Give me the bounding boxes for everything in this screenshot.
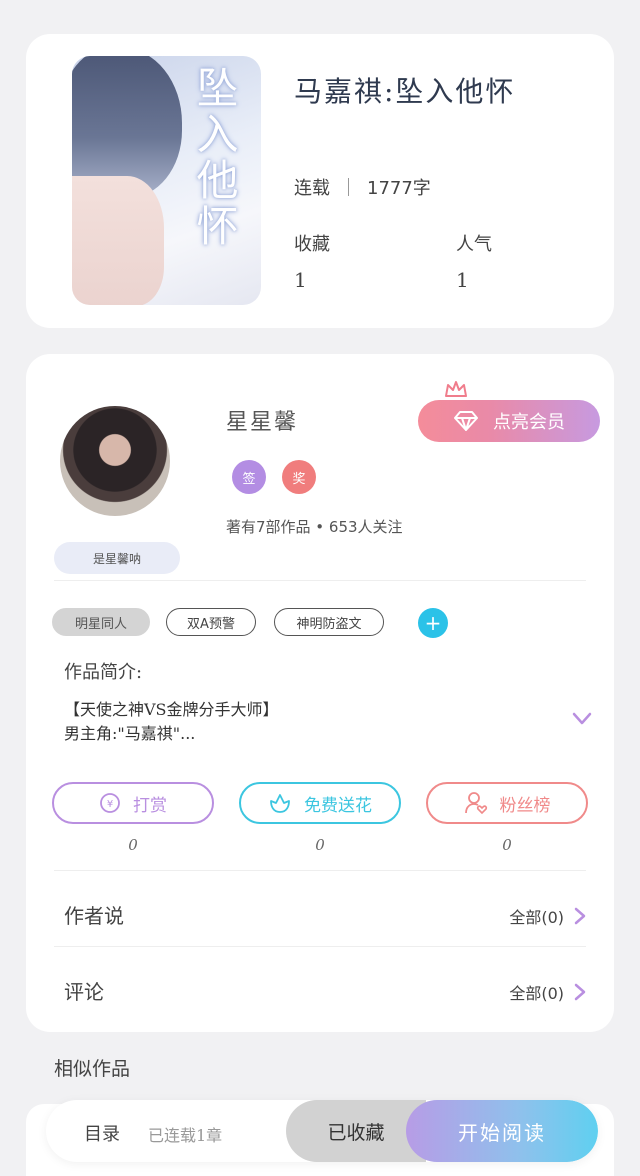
author-signature: 是星馨呐 — [54, 542, 180, 574]
popularity-label: 人气 — [456, 234, 492, 255]
tag-star-fanfic[interactable]: 明星同人 — [52, 608, 150, 636]
author-says-count: 全部(0) — [509, 908, 564, 927]
serial-status: 连载 — [294, 178, 330, 199]
intro-line-1: 【天使之神VS金牌分手大师】 — [64, 700, 279, 719]
divider — [54, 580, 586, 581]
send-flower-label: 免费送花 — [304, 795, 372, 816]
flower-count: 0 — [315, 836, 325, 854]
author-says-label[interactable]: 作者说 — [64, 900, 124, 929]
fan-ranking-label: 粉丝榜 — [499, 795, 551, 816]
popularity-count: 1 — [456, 268, 469, 292]
comments-all-link[interactable]: 全部(0) — [509, 980, 586, 1004]
cover-figure-face — [72, 176, 164, 305]
chapter-count[interactable]: 已连载1章 — [148, 1122, 222, 1146]
diamond-icon — [454, 411, 478, 431]
chevron-right-icon — [574, 983, 586, 1001]
start-reading-button[interactable]: 开始阅读 — [406, 1100, 598, 1162]
author-nickname[interactable]: 星星馨 — [226, 404, 298, 436]
tag-double-a-warning[interactable]: 双A预警 — [166, 608, 256, 636]
intro-line-2: 男主角:"马嘉祺"... — [64, 724, 196, 743]
expand-chevron-down-icon[interactable] — [572, 712, 592, 726]
favorites-count: 1 — [294, 268, 307, 292]
tag-anti-theft[interactable]: 神明防盗文 — [274, 608, 384, 636]
award-badge: 奖 — [282, 460, 316, 494]
comments-label[interactable]: 评论 — [64, 976, 104, 1005]
coin-icon: ¥ — [100, 793, 120, 813]
similar-works-heading: 相似作品 — [54, 1058, 131, 1080]
popularity-stat: 人气 1 — [456, 230, 492, 292]
author-works-summary: 著有7部作品 • 653人关注 — [226, 518, 403, 536]
book-title: 马嘉祺:坠入他怀 — [294, 75, 516, 108]
divider — [54, 946, 586, 947]
vip-button-label: 点亮会员 — [493, 412, 565, 433]
bottom-action-bar: 目录 已连载1章 已收藏 开始阅读 — [46, 1100, 598, 1162]
book-status-line: 连载 1777字 — [294, 174, 431, 200]
flower-icon — [270, 794, 290, 813]
tip-label: 打赏 — [133, 795, 167, 816]
favorited-button[interactable]: 已收藏 — [286, 1100, 426, 1162]
chevron-right-icon — [574, 907, 586, 925]
word-count: 1777字 — [367, 178, 431, 199]
fan-count: 0 — [502, 836, 512, 854]
comments-count: 全部(0) — [509, 984, 564, 1003]
light-up-vip-button[interactable]: 点亮会员 — [418, 400, 600, 442]
status-divider — [348, 178, 349, 196]
author-says-all-link[interactable]: 全部(0) — [509, 904, 586, 928]
intro-label: 作品简介: — [64, 662, 143, 683]
book-cover-image[interactable]: 坠入他怀 — [72, 56, 261, 305]
fan-ranking-button[interactable]: 粉丝榜 — [426, 782, 588, 824]
divider — [54, 870, 586, 871]
favorites-stat: 收藏 1 — [294, 230, 330, 292]
author-avatar[interactable] — [60, 406, 170, 516]
crown-icon — [445, 381, 467, 397]
signed-badge: 签 — [232, 460, 266, 494]
tip-button[interactable]: ¥ 打赏 — [52, 782, 214, 824]
fan-icon — [464, 792, 487, 815]
add-tag-button[interactable]: + — [418, 608, 448, 638]
cover-title-art: 坠入他怀 — [190, 66, 239, 250]
tip-count: 0 — [128, 836, 138, 854]
favorites-label: 收藏 — [294, 234, 330, 255]
svg-text:¥: ¥ — [107, 799, 113, 810]
send-flower-button[interactable]: 免费送花 — [239, 782, 401, 824]
author-detail-card: 星星馨 签 奖 点亮会员 著有7部作品 • 653人关注 是星馨呐 明星同人 双… — [26, 354, 614, 1032]
book-info-card: 坠入他怀 马嘉祺:坠入他怀 连载 1777字 收藏 1 人气 1 — [26, 34, 614, 328]
intro-text[interactable]: 【天使之神VS金牌分手大师】 男主角:"马嘉祺"... — [64, 698, 279, 746]
table-of-contents-button[interactable]: 目录 — [84, 1120, 120, 1146]
